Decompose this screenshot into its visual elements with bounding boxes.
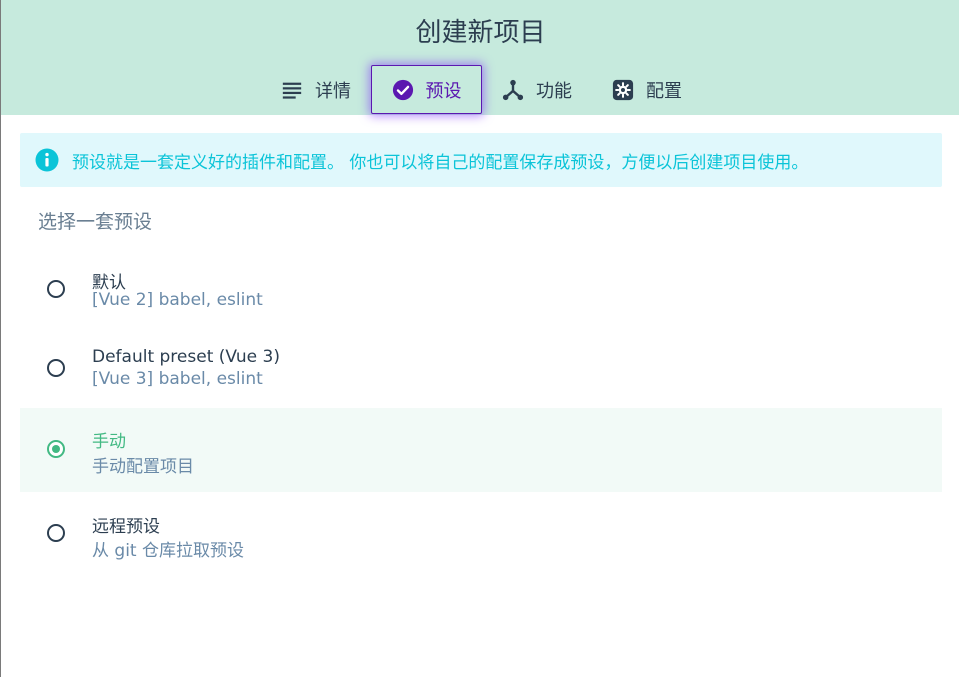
tab-features-label: 功能 [536, 80, 572, 102]
radio-button[interactable] [47, 280, 65, 298]
section-title: 选择一套预设 [38, 211, 153, 233]
preset-name: 手动 [92, 432, 126, 452]
tab-config[interactable]: 配置 [612, 65, 682, 114]
preset-option-vue3[interactable]: Default preset (Vue 3) [Vue 3] babel, es… [20, 336, 942, 402]
tab-details-label: 详情 [315, 80, 351, 102]
tab-presets-label: 预设 [425, 80, 462, 102]
page-title: 创建新项目 [415, 18, 546, 48]
info-text: 预设就是一套定义好的插件和配置。 你也可以将自己的配置保存成预设，方便以后创建项… [72, 152, 809, 173]
info-icon [35, 148, 59, 172]
tab-bar: 详情 预设 功能 配置 [1, 65, 959, 115]
radio-button[interactable] [47, 524, 65, 542]
preset-description: [Vue 2] babel, eslint [92, 290, 263, 310]
tab-config-label: 配置 [646, 80, 682, 102]
preset-description: [Vue 3] babel, eslint [92, 369, 263, 389]
preset-name: 远程预设 [92, 517, 160, 537]
preset-description: 从 git 仓库拉取预设 [92, 541, 244, 561]
check-circle-icon [392, 79, 413, 100]
radio-button[interactable] [47, 359, 65, 377]
preset-description: 手动配置项目 [92, 457, 194, 477]
preset-option-manual[interactable]: 手动 手动配置项目 [20, 408, 942, 492]
radio-button-selected[interactable] [47, 440, 65, 458]
tab-features[interactable]: 功能 [502, 65, 572, 114]
app-window: 创建新项目 详情 预设 功能 配置 预设就是一套定义好的插件和配置。 你也可以将… [0, 0, 959, 677]
info-banner: 预设就是一套定义好的插件和配置。 你也可以将自己的配置保存成预设，方便以后创建项… [20, 133, 942, 187]
merge-icon [502, 79, 524, 100]
preset-option-default[interactable]: 默认 [Vue 2] babel, eslint [20, 258, 942, 324]
tab-presets[interactable]: 预设 [371, 65, 482, 114]
gear-icon [612, 79, 634, 100]
preset-name: Default preset (Vue 3) [92, 347, 280, 367]
tab-details[interactable]: 详情 [281, 65, 351, 114]
preset-option-remote[interactable]: 远程预设 从 git 仓库拉取预设 [20, 500, 942, 566]
header: 创建新项目 详情 预设 功能 配置 [1, 0, 959, 115]
list-icon [282, 82, 302, 99]
